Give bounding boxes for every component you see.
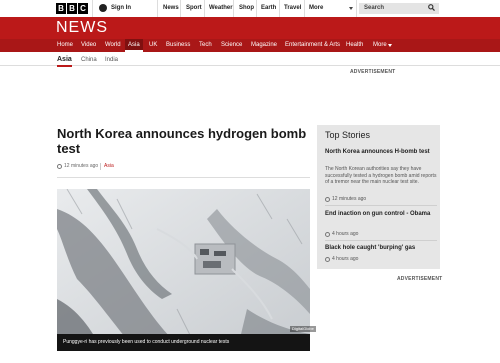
top-story-link[interactable]: Black hole caught 'burping' gas [325,244,440,252]
divider [180,0,181,17]
divider [204,0,205,17]
nav-world[interactable]: World [105,39,121,52]
bbc-logo-letter: B [67,3,77,14]
subnav-india[interactable]: India [105,55,118,65]
top-story-link[interactable]: North Korea announces H-bomb test [325,148,440,156]
nav-asia[interactable]: Asia [125,39,143,52]
subnav-china[interactable]: China [81,55,97,65]
topnav-news[interactable]: News [163,3,179,14]
topnav-sport[interactable]: Sport [186,3,202,14]
nav-more[interactable]: More [373,39,387,52]
nav-science[interactable]: Science [221,39,242,52]
divider [256,0,257,17]
divider [356,0,357,17]
divider [325,240,437,241]
advertisement-label: ADVERTISEMENT [397,276,443,282]
nav-entertainment-arts[interactable]: Entertainment & Arts [285,39,340,52]
bbc-logo-letter: C [78,3,88,14]
clock-icon [325,257,330,262]
topnav-shop[interactable]: Shop [239,3,254,14]
topnav-earth[interactable]: Earth [261,3,276,14]
article-time: 12 minutes ago [64,163,99,169]
nav-health[interactable]: Health [346,39,363,52]
article-headline: North Korea announces hydrogen bomb test [57,126,307,156]
nav-home[interactable]: Home [57,39,73,52]
divider [92,0,93,17]
top-stories-title: Top Stories [325,130,371,140]
main-nav [0,39,500,52]
image-caption: Punggye-ri has previously been used to c… [63,339,230,345]
satellite-image [57,189,310,351]
divider [57,177,310,178]
chevron-down-icon [388,44,392,47]
divider [279,0,280,17]
chevron-down-icon [349,7,353,10]
search-icon[interactable] [428,4,435,11]
top-story-time: 4 hours ago [332,231,359,237]
top-story-summary: The North Korean authorities say they ha… [325,166,437,185]
advertisement-label: ADVERTISEMENT [350,69,396,75]
clock-icon [325,232,330,237]
bbc-logo[interactable]: B B C [56,3,88,14]
clock-icon [325,197,330,202]
top-story-time: 12 minutes ago [332,196,367,202]
image-credit: DigitalGlobe [290,326,316,332]
subnav-asia[interactable]: Asia [57,55,72,67]
divider [100,163,101,170]
divider [304,0,305,17]
bbc-logo-letter: B [56,3,66,14]
divider [233,0,234,17]
nav-video[interactable]: Video [81,39,96,52]
top-story-link[interactable]: End inaction on gun control - Obama [325,210,440,218]
top-story-time: 4 hours ago [332,256,359,262]
user-icon[interactable] [99,4,107,12]
divider [325,205,437,206]
nav-business[interactable]: Business [166,39,190,52]
sign-in-link[interactable]: Sign In [111,3,131,14]
nav-magazine[interactable]: Magazine [251,39,277,52]
search-placeholder: Search [364,5,385,11]
nav-uk[interactable]: UK [149,39,157,52]
topnav-weather[interactable]: Weather [209,3,233,14]
clock-icon [57,164,62,169]
subnav-divider [0,65,500,66]
divider [157,0,158,17]
topnav-travel[interactable]: Travel [284,3,301,14]
nav-tech[interactable]: Tech [199,39,212,52]
article-category-link[interactable]: Asia [104,163,114,170]
news-logo[interactable]: NEWS [56,19,108,37]
topnav-more[interactable]: More [309,3,323,14]
